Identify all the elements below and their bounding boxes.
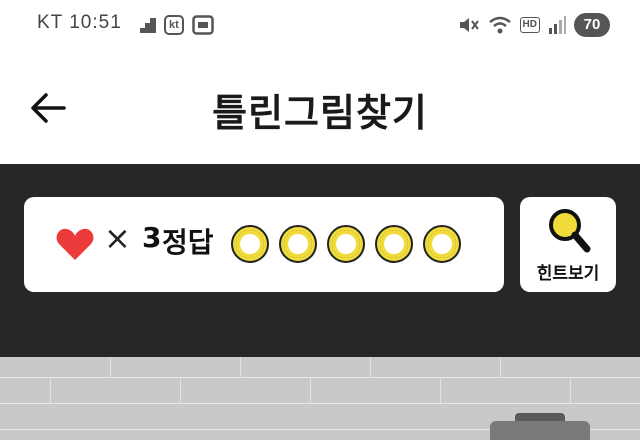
puzzle-image[interactable]: [0, 357, 640, 440]
hint-button[interactable]: 힌트보기: [520, 197, 616, 292]
gallery-icon: [192, 15, 214, 35]
tile-line: [500, 357, 501, 377]
kettle: [490, 421, 590, 440]
tile-line: [570, 377, 571, 403]
answer-circle-icon: [279, 225, 317, 263]
answer-label: 정답: [162, 226, 214, 259]
times-symbol: ×: [104, 219, 131, 257]
hd-badge-icon: HD: [519, 17, 540, 33]
tile-line: [0, 377, 640, 378]
stairs-icon: [140, 18, 156, 33]
tile-line: [440, 377, 441, 403]
tile-line: [180, 377, 181, 403]
answer-circle-icon: [327, 225, 365, 263]
lives-count: 3: [142, 221, 162, 254]
tile-line: [310, 377, 311, 403]
wifi-icon: [488, 16, 511, 34]
hint-label: 힌트보기: [536, 264, 600, 284]
battery-icon: 70: [574, 13, 610, 37]
status-carrier-time: KT 10:51: [37, 12, 122, 33]
page-title: 틀린그림찾기: [212, 91, 428, 135]
answer-circle-icon: [375, 225, 413, 263]
heart-icon: [56, 228, 94, 260]
tile-line: [50, 377, 51, 403]
answer-circles: [231, 225, 461, 263]
answer-circle-icon: [423, 225, 461, 263]
app-header: 틀린그림찾기: [0, 52, 640, 164]
kt-badge-icon: kt: [164, 15, 184, 35]
status-bar: KT 10:51 kt HD 70: [0, 0, 640, 52]
tile-line: [0, 403, 640, 404]
signal-icon: [549, 16, 566, 34]
magnifier-icon: [549, 209, 591, 253]
tile-line: [370, 357, 371, 377]
mute-icon: [459, 18, 479, 32]
status-icons-left: kt: [140, 15, 214, 35]
game-panel: × 3 정답 힌트보기: [0, 164, 640, 357]
score-card: × 3 정답: [24, 197, 504, 292]
tile-line: [240, 357, 241, 377]
tile-line: [110, 357, 111, 377]
status-icons-right: HD 70: [458, 13, 610, 37]
answer-circle-icon: [231, 225, 269, 263]
